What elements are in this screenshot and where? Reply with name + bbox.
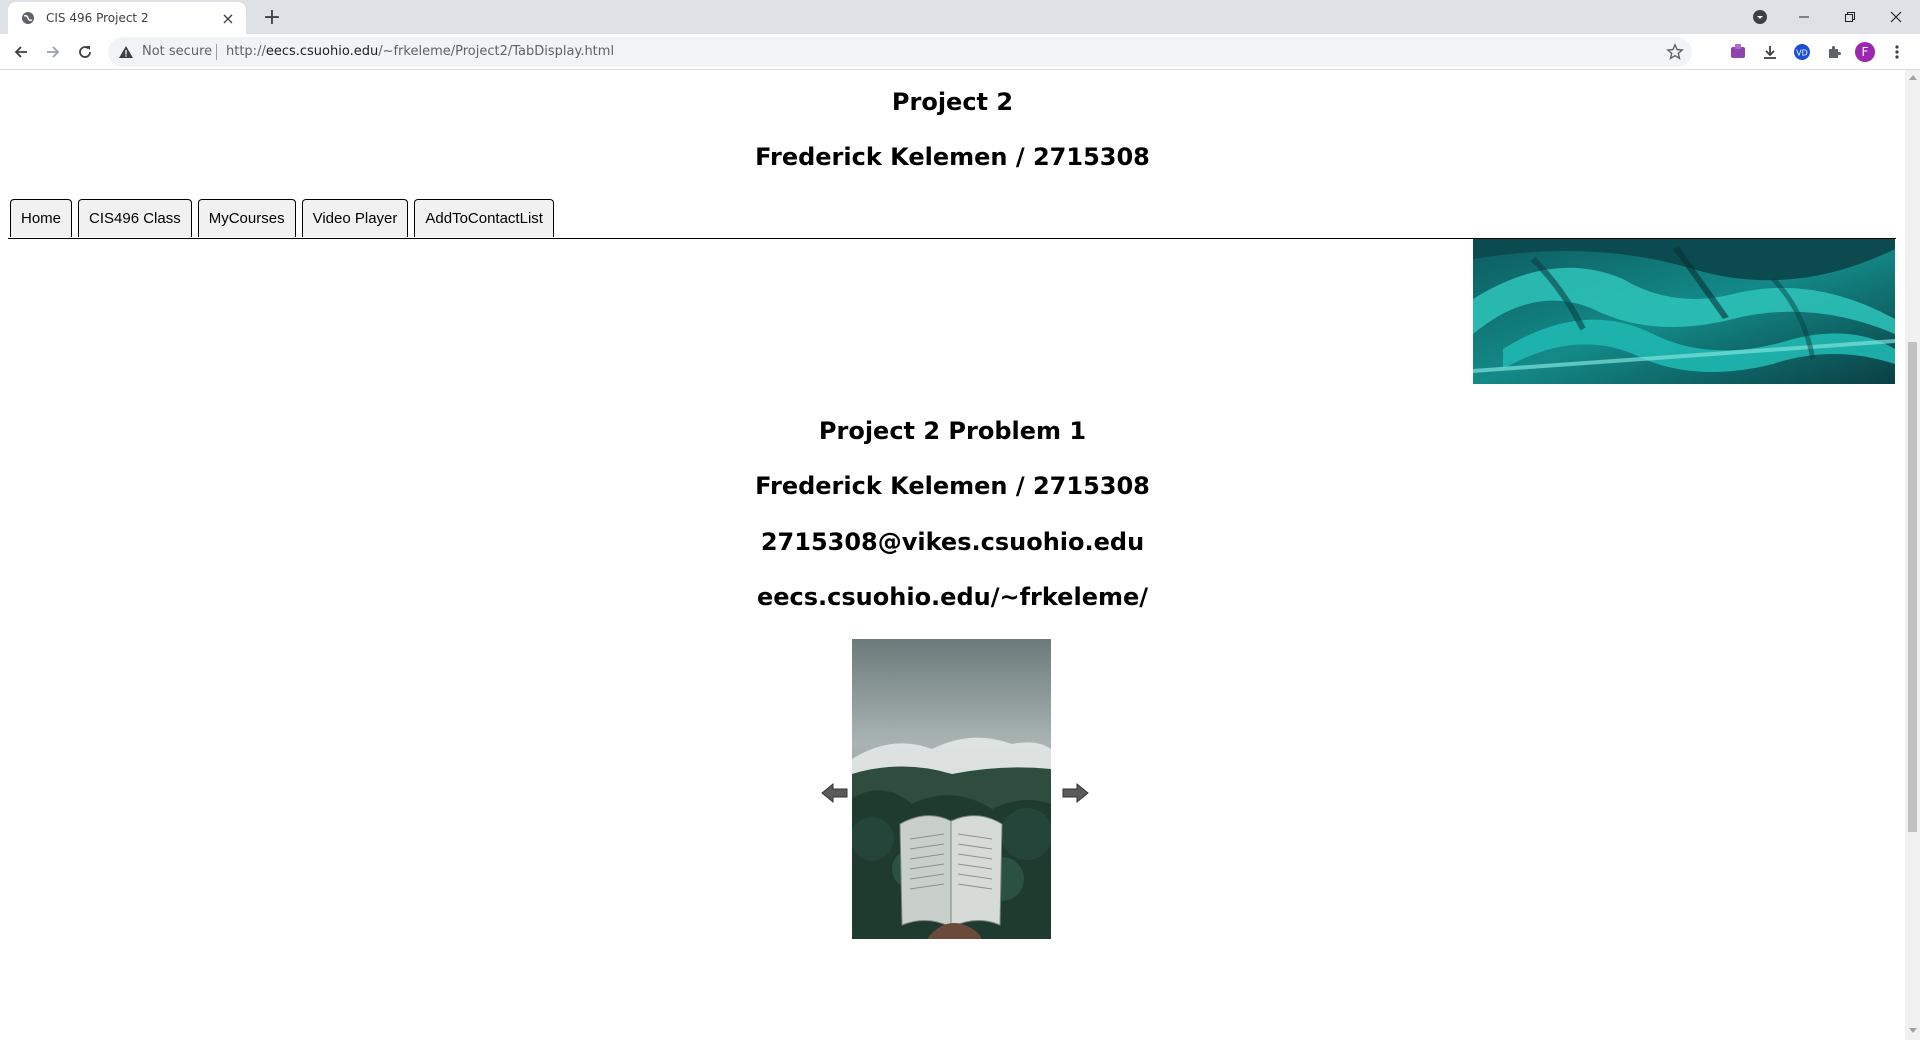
- url-text[interactable]: http://eecs.csuohio.edu/~frkeleme/Projec…: [226, 44, 614, 59]
- puzzle-icon[interactable]: [1824, 42, 1844, 62]
- chrome-menu-icon[interactable]: [1738, 0, 1782, 34]
- url-prefix: http://: [226, 44, 266, 59]
- tab-cis496-class[interactable]: CIS496 Class: [78, 199, 192, 237]
- vpn-extension-icon[interactable]: VD: [1792, 42, 1812, 62]
- close-window-icon[interactable]: [1874, 0, 1918, 34]
- download-icon[interactable]: [1760, 42, 1780, 62]
- url-host: eecs.csuohio.edu: [265, 44, 379, 59]
- scroll-thumb[interactable]: [1908, 342, 1917, 832]
- avatar[interactable]: F: [1855, 42, 1875, 62]
- page-title: Project 2: [891, 88, 1014, 116]
- scroll-up-icon[interactable]: [1909, 75, 1917, 80]
- forward-icon[interactable]: [40, 39, 66, 65]
- next-arrow-icon[interactable]: [1060, 781, 1090, 805]
- more-menu-icon[interactable]: [1887, 42, 1907, 62]
- scroll-down-icon[interactable]: [1909, 1028, 1917, 1033]
- page-viewport: Project 2 Frederick Kelemen / 2715308 Ho…: [0, 70, 1905, 1040]
- globe-icon: [20, 10, 36, 26]
- content-author: Frederick Kelemen / 2715308: [755, 472, 1150, 500]
- tab-home[interactable]: Home: [10, 199, 73, 237]
- warning-icon[interactable]: [118, 44, 134, 60]
- content-email: 2715308@vikes.csuohio.edu: [760, 528, 1145, 556]
- star-icon[interactable]: [1666, 43, 1684, 61]
- tab-bar: Home CIS496 Class MyCourses Video Player…: [10, 199, 560, 239]
- browser-tabstrip: CIS 496 Project 2 × +: [0, 0, 1920, 34]
- content-heading: Project 2 Problem 1: [818, 417, 1087, 445]
- prev-arrow-icon[interactable]: [820, 781, 850, 805]
- slideshow-image: [852, 639, 1051, 939]
- security-label[interactable]: Not secure: [142, 44, 212, 59]
- svg-text:VD: VD: [1796, 49, 1808, 58]
- tab-add-to-contact-list[interactable]: AddToContactList: [414, 199, 554, 237]
- page-scrollbar[interactable]: [1905, 70, 1920, 1040]
- tab-mycourses[interactable]: MyCourses: [197, 199, 296, 237]
- close-icon[interactable]: ×: [220, 9, 236, 28]
- tab-video-player[interactable]: Video Player: [301, 199, 409, 237]
- browser-tab[interactable]: CIS 496 Project 2 ×: [8, 2, 246, 34]
- url-path: /~frkeleme/Project2/TabDisplay.html: [378, 44, 615, 59]
- tab-title: CIS 496 Project 2: [46, 11, 149, 25]
- reload-icon[interactable]: [72, 39, 98, 65]
- browser-toolbar: Not secure http://eecs.csuohio.edu/~frke…: [0, 34, 1920, 70]
- address-bar[interactable]: Not secure http://eecs.csuohio.edu/~frke…: [108, 37, 1692, 67]
- minimize-icon[interactable]: [1782, 0, 1826, 34]
- new-tab-button[interactable]: +: [260, 5, 284, 30]
- back-icon[interactable]: [8, 39, 34, 65]
- extension-icon[interactable]: [1728, 42, 1748, 62]
- restore-icon[interactable]: [1828, 0, 1872, 34]
- author-line: Frederick Kelemen / 2715308: [755, 143, 1150, 171]
- divider: [216, 44, 217, 60]
- content-website: eecs.csuohio.edu/~frkeleme/: [756, 583, 1149, 611]
- banner-image: [1473, 239, 1895, 384]
